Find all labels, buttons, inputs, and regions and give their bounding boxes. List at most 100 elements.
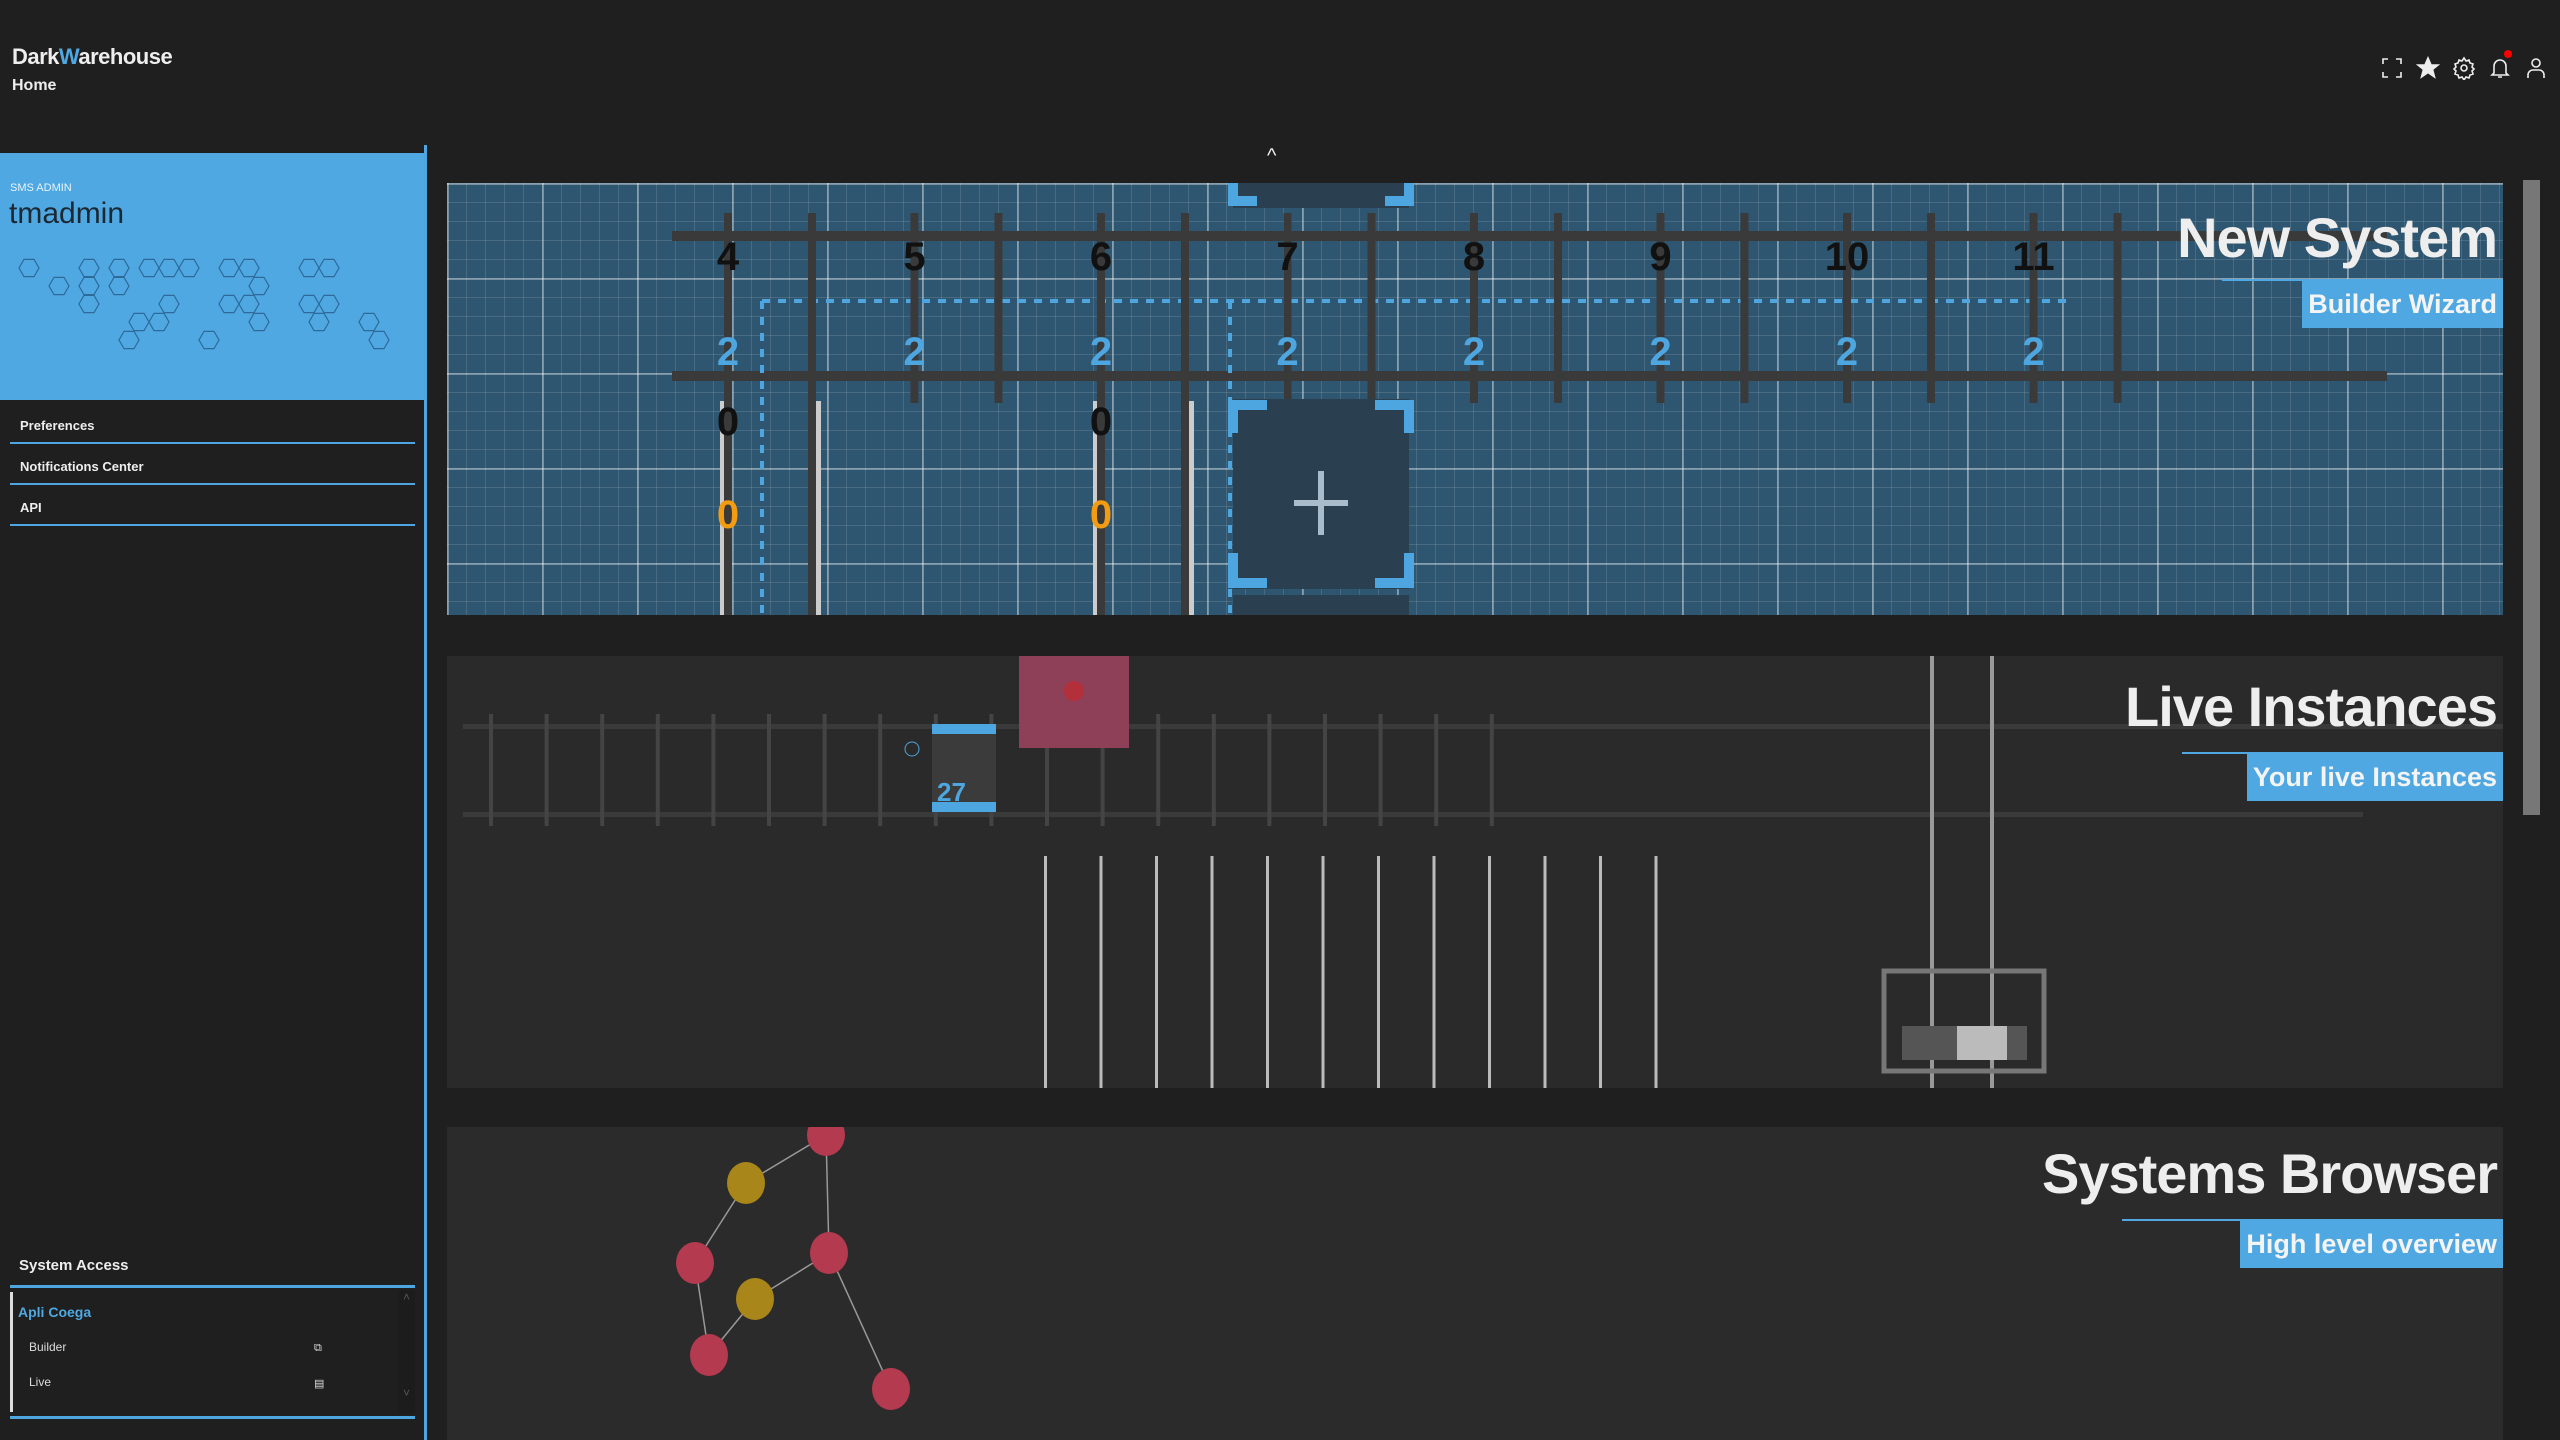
sidebar-menu: Preferences Notifications Center API	[10, 403, 415, 526]
column-number: 8	[1463, 235, 1485, 279]
post	[808, 401, 816, 615]
tile-new-system[interactable]: 4 2 5 2 6 2 7 2 8 2 9 2 10 2 11 2 0 0 0 0 New System Builde…	[447, 183, 2503, 615]
tie	[600, 714, 605, 826]
list-scrollbar[interactable]: ˄ ˅	[398, 1290, 415, 1414]
tie	[1267, 714, 1272, 826]
fullscreen-icon[interactable]	[2380, 56, 2404, 80]
star-icon[interactable]	[2415, 55, 2441, 80]
track	[463, 812, 2363, 817]
rack-upright	[1210, 856, 1214, 1088]
user-icon[interactable]	[2524, 56, 2548, 80]
hexagon-icon	[238, 258, 260, 278]
hexagon-icon	[118, 330, 140, 350]
system-group-apli-coega[interactable]: Apli Coega	[18, 1304, 91, 1320]
sidebar-item-api[interactable]: API	[10, 485, 415, 526]
system-item-label: Live	[29, 1375, 52, 1389]
gear-icon[interactable]	[2452, 56, 2476, 82]
notification-badge	[2504, 50, 2512, 58]
rack-upright	[1099, 856, 1103, 1088]
level-number: 2	[1836, 330, 1858, 374]
rack-upright	[1266, 856, 1269, 1088]
graph-node	[676, 1242, 714, 1284]
tile-subtitle: Builder Wizard	[2302, 279, 2503, 328]
level-number: 2	[1649, 330, 1671, 374]
add-slot-top	[1233, 183, 1409, 208]
rack-upright	[1377, 856, 1380, 1088]
post	[1181, 213, 1189, 403]
hexagon-icon	[248, 312, 270, 332]
scrollbar-thumb[interactable]	[2523, 180, 2540, 815]
scroll-up-icon[interactable]: ˄	[398, 1290, 415, 1304]
rack-upright	[1432, 856, 1436, 1088]
level-number: 2	[1463, 330, 1485, 374]
tie	[1156, 714, 1161, 826]
hexagon-pattern-icon	[18, 258, 390, 350]
profile-card[interactable]: SMS ADMIN tmadmin	[0, 153, 424, 400]
rack-upright	[1155, 856, 1158, 1088]
system-item-label: Builder	[29, 1340, 67, 1354]
post	[1740, 213, 1749, 403]
tile-subtitle: Your live Instances	[2246, 752, 2503, 801]
rack-upright	[1654, 856, 1658, 1088]
post	[1367, 213, 1376, 403]
tie	[1211, 714, 1216, 826]
sidebar-item-preferences[interactable]: Preferences	[10, 403, 415, 444]
hexagon-icon	[358, 312, 380, 332]
level-number: 2	[2022, 330, 2044, 374]
rail-bottom	[672, 371, 2387, 381]
crane-motor	[1957, 1026, 2007, 1060]
user-role: SMS ADMIN	[10, 182, 72, 194]
post	[1554, 213, 1562, 403]
app-window: DarkWarehouse Home SMS ADMIN tmadmin Pre…	[0, 0, 2560, 1440]
tile-live-instances[interactable]: 27 Live Instances Your live Instances	[447, 656, 2503, 1088]
hexagon-icon	[148, 312, 170, 332]
system-item-live[interactable]: Live ▤	[29, 1375, 329, 1390]
system-access-list: Apli Coega Builder ⧉ Live ▤ ˄ ˅	[10, 1285, 415, 1419]
column-number: 9	[1649, 235, 1671, 279]
warehouse-icon: ▤	[314, 1378, 325, 1390]
dashed-outline	[760, 299, 2067, 615]
tie	[544, 714, 549, 826]
hexagon-icon	[108, 276, 130, 296]
level-number: 2	[903, 330, 925, 374]
sidebar-item-notifications-center[interactable]: Notifications Center	[10, 444, 415, 485]
bell-icon[interactable]	[2488, 50, 2512, 80]
hexagon-icon	[218, 294, 240, 314]
chevron-up-icon[interactable]: ^	[1267, 145, 1276, 168]
hexagon-icon	[158, 294, 180, 314]
graph-node	[727, 1162, 765, 1204]
tile-systems-browser[interactable]: Systems Browser High level overview	[447, 1127, 2503, 1440]
column-number: 4	[717, 235, 740, 279]
bay-count: 0	[1090, 400, 1112, 444]
hexagon-icon	[78, 276, 100, 296]
post	[994, 213, 1003, 403]
tie	[489, 714, 493, 826]
column-number: 7	[1276, 235, 1298, 279]
rack-upright	[1599, 856, 1602, 1088]
system-item-builder[interactable]: Builder ⧉	[29, 1340, 329, 1354]
hexagon-icon	[218, 258, 240, 278]
tie	[1489, 714, 1494, 826]
container-number: 27	[937, 777, 966, 807]
hexagon-icon	[298, 258, 320, 278]
main-scrollbar[interactable]	[2523, 165, 2540, 1440]
post	[2113, 213, 2122, 403]
graph-node	[807, 1127, 845, 1156]
hexagon-icon	[108, 258, 130, 278]
hexagon-icon	[178, 258, 200, 278]
hexagon-icon	[78, 258, 100, 278]
graph-node	[690, 1334, 728, 1376]
app-title[interactable]: DarkWarehouse	[12, 44, 173, 70]
container-top	[932, 724, 996, 734]
hexagon-icon	[298, 294, 320, 314]
breadcrumb[interactable]: Home	[12, 77, 56, 95]
graph-edge	[828, 1252, 892, 1390]
hexagon-icon	[198, 330, 220, 350]
tie	[1323, 714, 1327, 826]
tie	[1378, 714, 1383, 826]
tie	[1434, 714, 1439, 826]
post	[808, 213, 816, 403]
hexagon-icon	[78, 294, 100, 314]
graph-node	[810, 1232, 848, 1274]
scroll-down-icon[interactable]: ˅	[398, 1386, 415, 1400]
